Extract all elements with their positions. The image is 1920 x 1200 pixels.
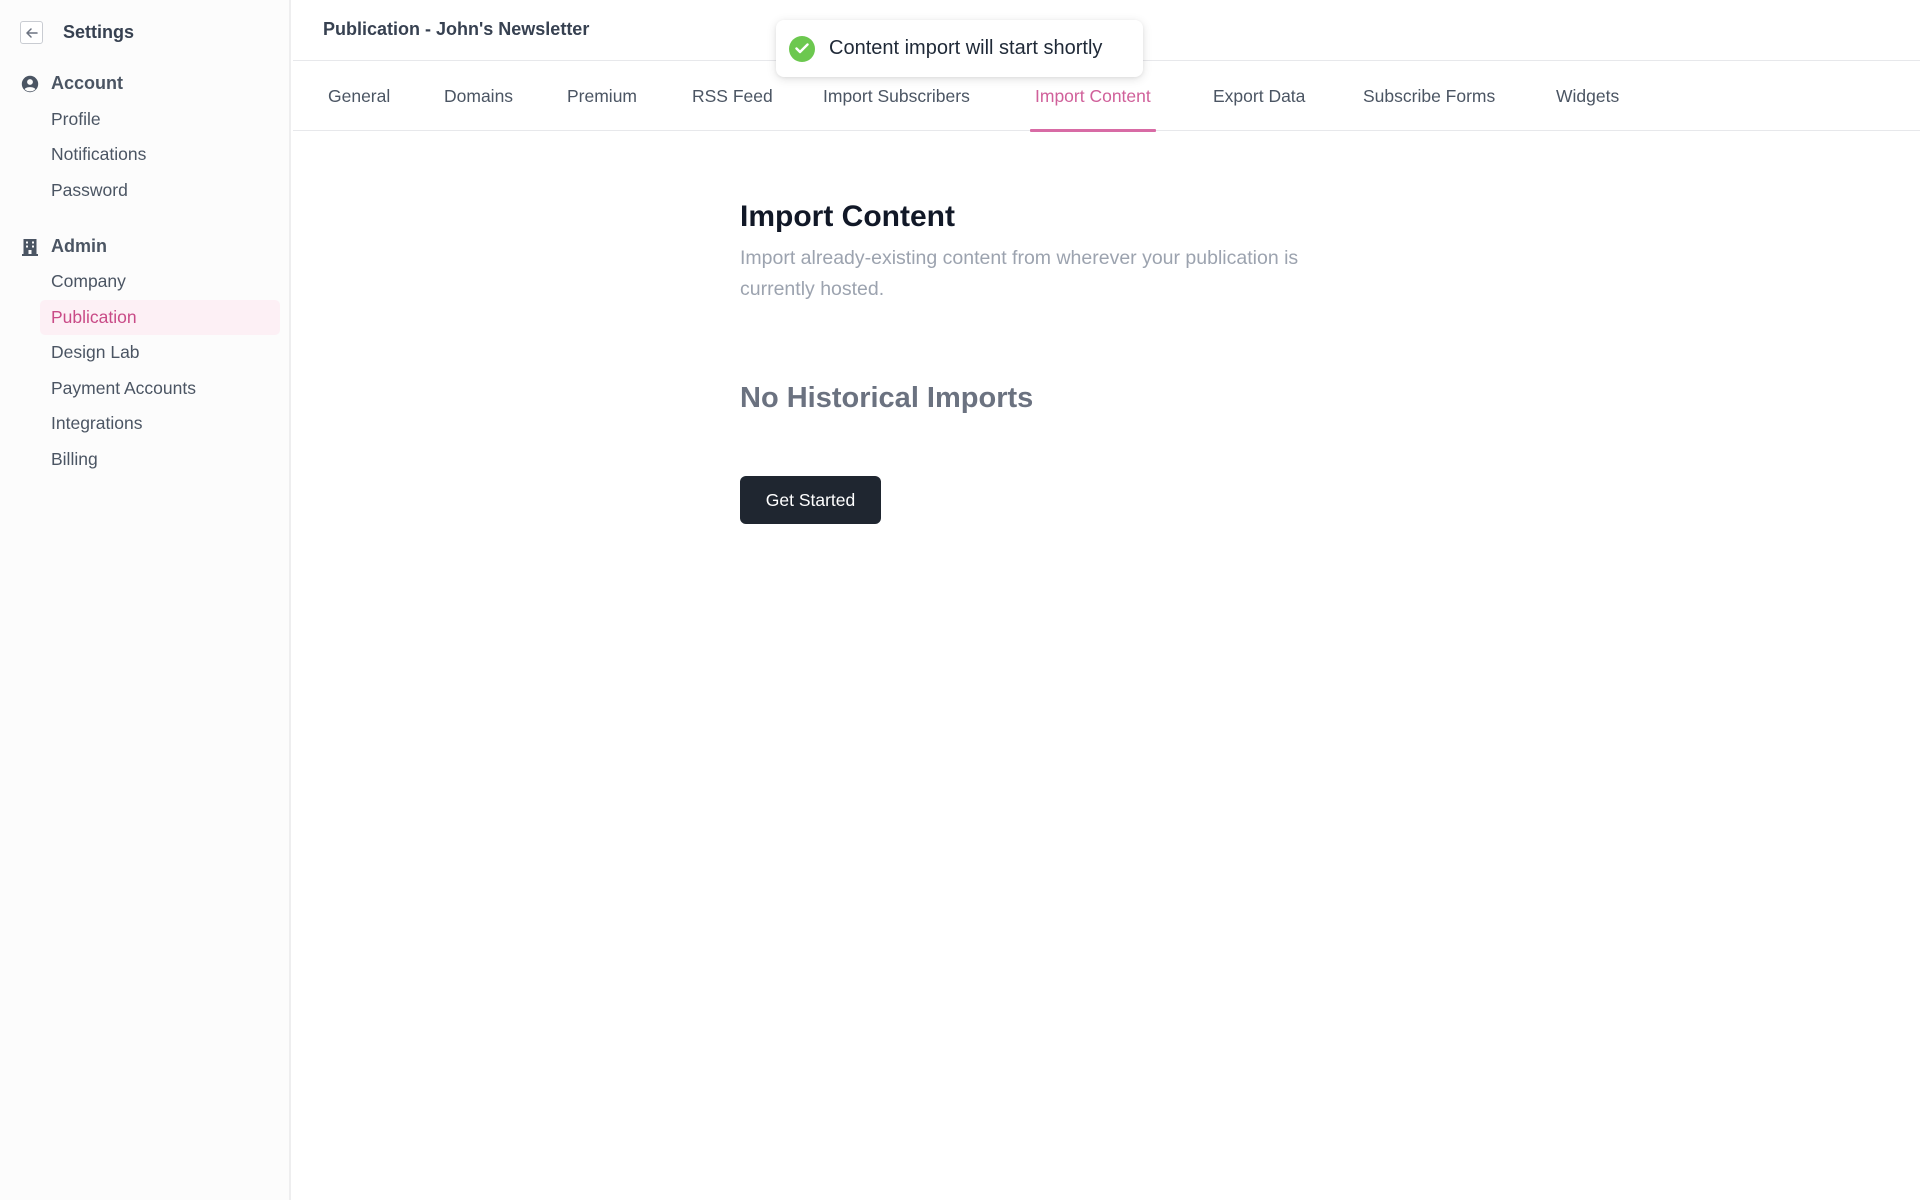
sidebar-section-admin: Admin [20,236,107,257]
tab-export-data[interactable]: Export Data [1213,61,1305,131]
section-description: Import already-existing content from whe… [740,247,1299,300]
toast-message: Content import will start shortly [829,37,1103,59]
sidebar-title: Settings [63,22,135,42]
sidebar-item-password[interactable]: Password [40,173,280,208]
sidebar-header: Settings [20,21,134,44]
tab-rss-feed[interactable]: RSS Feed [692,61,773,131]
tab-domains[interactable]: Domains [444,61,513,131]
tab-subscribe-forms[interactable]: Subscribe Forms [1363,61,1495,131]
tab-widgets[interactable]: Widgets [1556,61,1619,131]
get-started-button[interactable]: Get Started [740,476,881,524]
sidebar-section-label: Account [51,73,123,93]
tab-general[interactable]: General [328,61,390,131]
sidebar-item-notifications[interactable]: Notifications [40,137,280,172]
back-button[interactable] [20,21,43,44]
sidebar-item-design-lab[interactable]: Design Lab [40,335,280,370]
check-circle-icon [789,35,815,62]
empty-state-title: No Historical Imports [740,382,1034,414]
tab-premium[interactable]: Premium [567,61,637,131]
toast-notification: Content import will start shortly [776,20,1143,77]
app-root: Settings Account Profile Notifications P… [0,0,1920,1200]
sidebar-item-payment-accounts[interactable]: Payment Accounts [40,371,280,406]
sidebar-item-billing[interactable]: Billing [40,442,280,477]
sidebar: Settings Account Profile Notifications P… [0,0,291,1200]
building-icon [20,237,40,257]
sidebar-item-profile[interactable]: Profile [40,102,280,137]
user-circle-icon [20,74,40,94]
page-title: Publication - John's Newsletter [323,19,590,39]
sidebar-item-company[interactable]: Company [40,264,280,299]
sidebar-item-integrations[interactable]: Integrations [40,406,280,441]
sidebar-section-label: Admin [51,236,107,256]
sidebar-item-publication[interactable]: Publication [40,300,280,335]
section-title: Import Content [740,200,955,233]
arrow-left-icon [25,27,38,38]
sidebar-section-account: Account [20,73,123,94]
